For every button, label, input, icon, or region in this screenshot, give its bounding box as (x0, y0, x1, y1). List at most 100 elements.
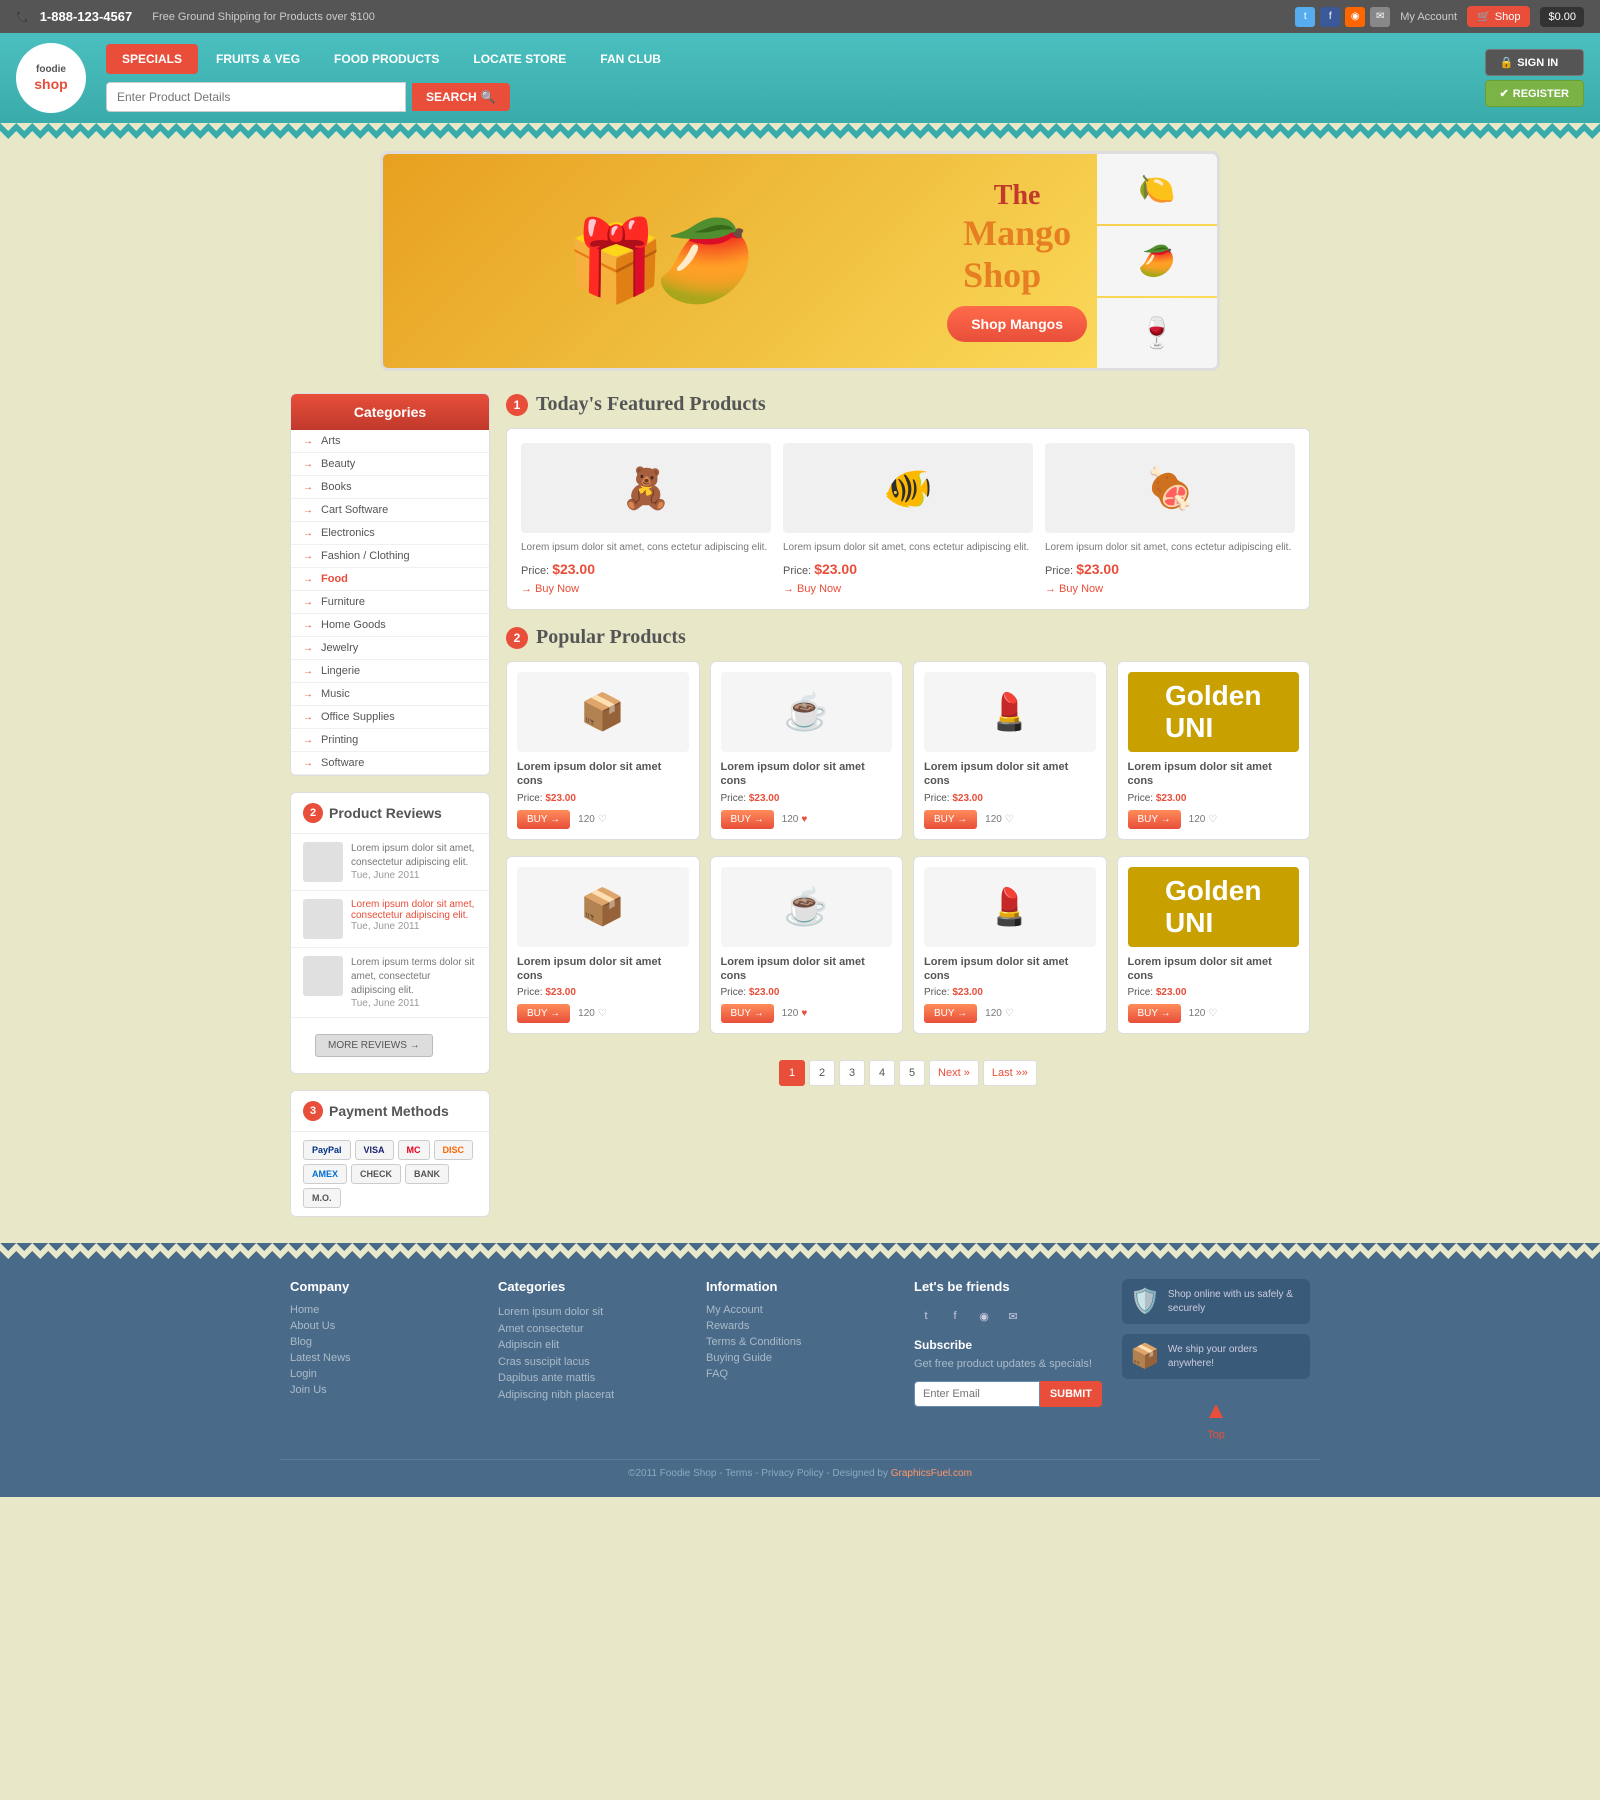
buy-btn-8[interactable]: BUY → (1128, 1004, 1181, 1023)
subscribe-form: SUBMIT (914, 1381, 1102, 1407)
hero-subtitle: Mango Shop (963, 212, 1071, 296)
footer-my-account[interactable]: My Account (706, 1304, 894, 1316)
featured-item-1: 🧸 Lorem ipsum dolor sit amet, cons ectet… (521, 443, 771, 595)
register-button[interactable]: ✔ REGISTER (1485, 80, 1584, 107)
mango-icon: 🥭 (655, 214, 755, 308)
footer-faq[interactable]: FAQ (706, 1368, 894, 1380)
page-1[interactable]: 1 (779, 1060, 805, 1086)
category-music[interactable]: →Music (291, 683, 489, 706)
site-footer: Company Home About Us Blog Latest News L… (0, 1259, 1600, 1497)
visa-icon: VISA (355, 1140, 394, 1160)
nav-food-products[interactable]: FOOD PRODUCTS (318, 44, 455, 74)
nav-fan-club[interactable]: FAN CLUB (584, 44, 677, 74)
footer-blog[interactable]: Blog (290, 1336, 478, 1348)
popular-item-7: 💄 Lorem ipsum dolor sit amet cons Price:… (913, 856, 1107, 1035)
back-to-top[interactable]: ▲ Top (1122, 1389, 1310, 1449)
footer-about[interactable]: About Us (290, 1320, 478, 1332)
review-date-1: Tue, June 2011 (351, 870, 477, 881)
top-bar: 📞 1-888-123-4567 Free Ground Shipping fo… (0, 0, 1600, 33)
category-arts[interactable]: →Arts (291, 430, 489, 453)
review-link-2[interactable]: Lorem ipsum dolor sit amet, consectetur … (351, 899, 477, 921)
footer-join[interactable]: Join Us (290, 1384, 478, 1396)
popular-likes-8: 120 ♡ (1189, 1008, 1218, 1019)
featured-price-2: Price: $23.00 (783, 561, 1033, 577)
footer-rewards[interactable]: Rewards (706, 1320, 894, 1332)
category-books[interactable]: →Books (291, 476, 489, 499)
page-last[interactable]: Last »» (983, 1060, 1037, 1086)
page-3[interactable]: 3 (839, 1060, 865, 1086)
popular-actions-4: BUY → 120 ♡ (1128, 810, 1300, 829)
footer-home[interactable]: Home (290, 1304, 478, 1316)
featured-img-3: 🍖 (1045, 443, 1295, 533)
footer-email-icon[interactable]: ✉ (1001, 1304, 1025, 1328)
category-software[interactable]: →Software (291, 752, 489, 775)
buy-btn-2[interactable]: BUY → (721, 810, 774, 829)
footer-buying[interactable]: Buying Guide (706, 1352, 894, 1364)
buy-btn-1[interactable]: BUY → (517, 810, 570, 829)
category-lingerie[interactable]: →Lingerie (291, 660, 489, 683)
footer-terms[interactable]: Terms & Conditions (706, 1336, 894, 1348)
popular-likes-5: 120 ♡ (578, 1008, 607, 1019)
category-fashion[interactable]: →Fashion / Clothing (291, 545, 489, 568)
buy-btn-5[interactable]: BUY → (517, 1004, 570, 1023)
buy-btn-3[interactable]: BUY → (924, 810, 977, 829)
search-button[interactable]: SEARCH 🔍 (412, 83, 510, 111)
search-input[interactable] (106, 82, 406, 112)
phone-icon: 📞 (16, 10, 30, 23)
subscribe-button[interactable]: SUBMIT (1040, 1381, 1102, 1407)
email-icon[interactable]: ✉ (1370, 7, 1390, 27)
buy-btn-4[interactable]: BUY → (1128, 810, 1181, 829)
category-printing[interactable]: →Printing (291, 729, 489, 752)
footer-login[interactable]: Login (290, 1368, 478, 1380)
nav-fruits[interactable]: FRUITS & VEG (200, 44, 316, 74)
category-jewelry[interactable]: →Jewelry (291, 637, 489, 660)
facebook-icon[interactable]: f (1320, 7, 1340, 27)
sign-in-button[interactable]: 🔒 SIGN IN (1485, 49, 1584, 76)
category-beauty[interactable]: →Beauty (291, 453, 489, 476)
category-cart-software[interactable]: →Cart Software (291, 499, 489, 522)
site-logo[interactable]: foodie shop (16, 43, 86, 113)
more-reviews-button[interactable]: MORE REVIEWS → (315, 1034, 433, 1057)
cart-button[interactable]: 🛒 Shop (1467, 6, 1530, 27)
nav-specials[interactable]: SPECIALS (106, 44, 198, 74)
payment-methods-section: 3 Payment Methods PayPal VISA MC DISC AM… (290, 1090, 490, 1217)
featured-buy-2[interactable]: → Buy Now (783, 583, 1033, 595)
popular-item-8: GoldenUNI Lorem ipsum dolor sit amet con… (1117, 856, 1311, 1035)
footer-facebook-icon[interactable]: f (943, 1304, 967, 1328)
popular-num: 2 (506, 627, 528, 649)
rss-icon[interactable]: ◉ (1345, 7, 1365, 27)
featured-img-2: 🐠 (783, 443, 1033, 533)
my-account-link[interactable]: My Account (1400, 11, 1457, 23)
twitter-icon[interactable]: t (1295, 7, 1315, 27)
shop-mangos-button[interactable]: Shop Mangos (947, 306, 1087, 342)
header-zigzag (0, 123, 1600, 139)
buy-btn-7[interactable]: BUY → (924, 1004, 977, 1023)
popular-title-7: Lorem ipsum dolor sit amet cons (924, 955, 1096, 984)
discover-icon: DISC (434, 1140, 474, 1160)
footer-twitter-icon[interactable]: t (914, 1304, 938, 1328)
featured-buy-3[interactable]: → Buy Now (1045, 583, 1295, 595)
logo-shop: shop (34, 76, 67, 93)
buy-btn-6[interactable]: BUY → (721, 1004, 774, 1023)
category-food[interactable]: →Food (291, 568, 489, 591)
page-4[interactable]: 4 (869, 1060, 895, 1086)
popular-title-5: Lorem ipsum dolor sit amet cons (517, 955, 689, 984)
sidebar: Categories →Arts →Beauty →Books →Cart So… (290, 393, 490, 1233)
popular-img-8: GoldenUNI (1128, 867, 1300, 947)
category-electronics[interactable]: →Electronics (291, 522, 489, 545)
footer-rss-icon[interactable]: ◉ (972, 1304, 996, 1328)
page-2[interactable]: 2 (809, 1060, 835, 1086)
footer-news[interactable]: Latest News (290, 1352, 478, 1364)
page-next[interactable]: Next » (929, 1060, 979, 1086)
payment-num: 3 (303, 1101, 323, 1121)
nav-bar: SPECIALS FRUITS & VEG FOOD PRODUCTS LOCA… (106, 44, 1485, 74)
category-home-goods[interactable]: →Home Goods (291, 614, 489, 637)
page-5[interactable]: 5 (899, 1060, 925, 1086)
category-office-supplies[interactable]: →Office Supplies (291, 706, 489, 729)
featured-buy-1[interactable]: → Buy Now (521, 583, 771, 595)
graphics-fuel-link[interactable]: GraphicsFuel.com (891, 1468, 972, 1479)
email-input[interactable] (914, 1381, 1040, 1407)
nav-locate-store[interactable]: LOCATE STORE (457, 44, 582, 74)
category-furniture[interactable]: →Furniture (291, 591, 489, 614)
review-item-2: Lorem ipsum dolor sit amet, consectetur … (291, 891, 489, 948)
